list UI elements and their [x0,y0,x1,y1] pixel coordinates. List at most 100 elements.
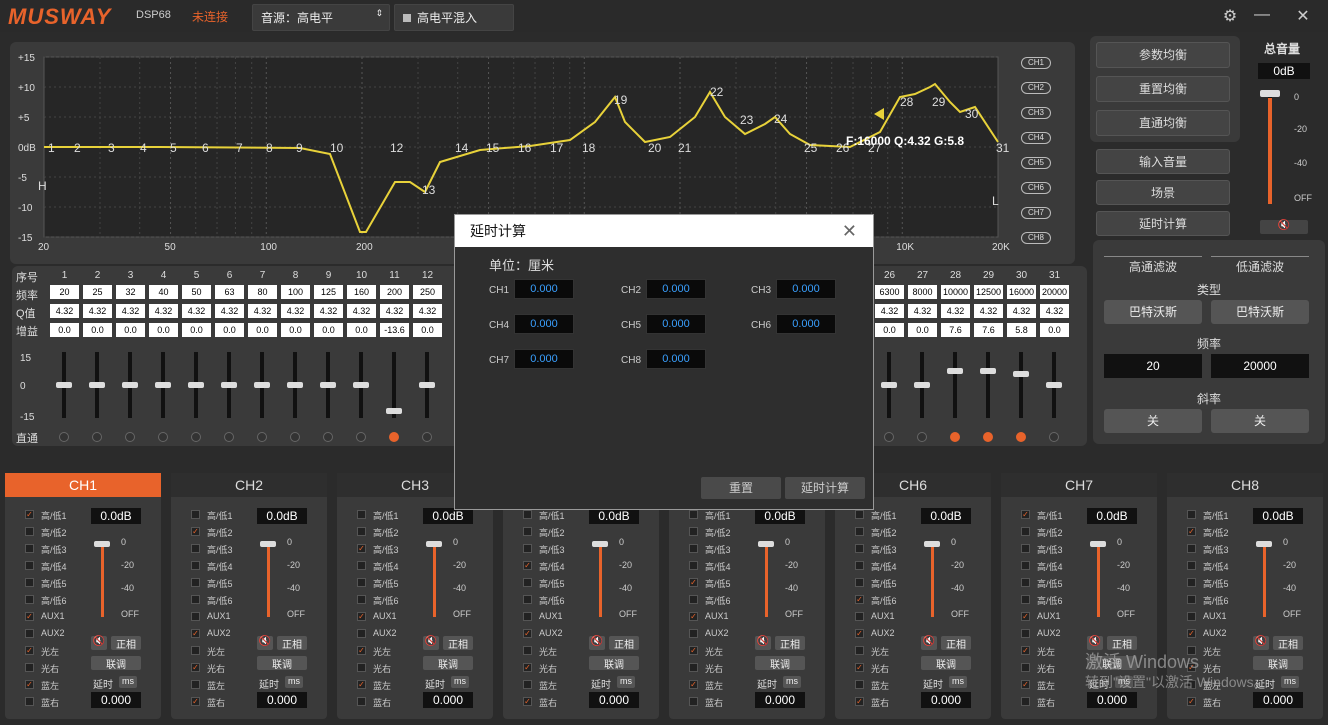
channel-checkbox[interactable]: ✓ [25,612,34,621]
channel-checkbox[interactable] [25,527,34,536]
channel-checkbox[interactable] [689,561,698,570]
channel-delay-value[interactable]: 0.000 [91,692,141,708]
channel-checkbox[interactable] [191,544,200,553]
bypass-dot[interactable] [917,432,927,442]
delay-calc-button[interactable]: 延时计算 [1096,211,1230,236]
bypass-dot[interactable] [884,432,894,442]
channel-checkbox[interactable] [357,595,366,604]
channel-checkbox[interactable] [855,578,864,587]
eq-slider-knob[interactable] [320,382,336,388]
freq-cell[interactable]: 32 [116,285,145,299]
gain-cell[interactable]: 5.8 [1007,323,1036,337]
q-cell[interactable]: 4.32 [50,304,79,318]
channel-checkbox[interactable]: ✓ [689,680,698,689]
channel-checkbox[interactable] [689,510,698,519]
gain-cell[interactable]: 0.0 [50,323,79,337]
channel-delay-value[interactable]: 0.000 [423,692,473,708]
channel-volume-slider[interactable] [924,541,940,617]
eq-slider[interactable] [155,352,171,418]
channel-checkbox[interactable]: ✓ [855,697,864,706]
bypass-dot[interactable] [422,432,432,442]
channel-checkbox[interactable] [689,595,698,604]
channel-checkbox[interactable]: ✓ [523,697,532,706]
eq-slider-knob[interactable] [419,382,435,388]
master-slider-knob[interactable] [1260,90,1280,97]
channel-link-button[interactable]: 联调 [921,656,971,671]
channel-volume-slider[interactable] [592,541,608,617]
channel-volume-knob[interactable] [1090,541,1106,547]
channel-delay-value[interactable]: 0.000 [1087,692,1137,708]
channel-checkbox[interactable] [1021,527,1030,536]
reset-eq-button[interactable]: 重置均衡 [1096,76,1230,102]
channel-volume-knob[interactable] [426,541,442,547]
hp-type-select[interactable]: 巴特沃斯 [1104,300,1202,324]
delay-field-input[interactable]: 0.000 [776,279,836,299]
channel-checkbox[interactable]: ✓ [357,680,366,689]
q-cell[interactable]: 4.32 [149,304,178,318]
channel-checkbox[interactable]: ✓ [357,612,366,621]
channel-checkbox[interactable]: ✓ [523,561,532,570]
eq-slider[interactable] [89,352,105,418]
channel-delay-value[interactable]: 0.000 [257,692,307,708]
gain-cell[interactable]: 0.0 [875,323,904,337]
eq-slider[interactable] [353,352,369,418]
channel-checkbox[interactable]: ✓ [25,510,34,519]
channel-checkbox[interactable] [25,629,34,638]
channel-volume-knob[interactable] [260,541,276,547]
channel-checkbox[interactable] [1021,663,1030,672]
dialog-close-icon[interactable]: ✕ [842,215,857,247]
channel-checkbox[interactable]: ✓ [523,663,532,672]
bypass-dot[interactable] [983,432,993,442]
eq-slider[interactable] [254,352,270,418]
mix-toggle[interactable]: 高电平混入 [394,4,514,31]
channel-checkbox[interactable] [1187,578,1196,587]
channel-volume-slider[interactable] [758,541,774,617]
channel-checkbox[interactable]: ✓ [1021,680,1030,689]
bypass-dot[interactable] [323,432,333,442]
channel-checkbox[interactable] [357,697,366,706]
channel-checkbox[interactable] [855,527,864,536]
hp-freq-input[interactable]: 20 [1104,354,1202,378]
gain-cell[interactable]: 0.0 [248,323,277,337]
q-cell[interactable]: 4.32 [314,304,343,318]
channel-mute-icon[interactable]: 🔇 [921,636,937,650]
close-icon[interactable]: ✕ [1291,6,1315,26]
freq-cell[interactable]: 160 [347,285,376,299]
channel-checkbox[interactable] [523,595,532,604]
channel-checkbox[interactable]: ✓ [191,663,200,672]
channel-delay-value[interactable]: 0.000 [589,692,639,708]
channel-mute-icon[interactable]: 🔇 [423,636,439,650]
channel-checkbox[interactable] [855,561,864,570]
input-volume-button[interactable]: 输入音量 [1096,149,1230,174]
channel-checkbox[interactable]: ✓ [855,629,864,638]
bypass-dot[interactable] [356,432,366,442]
channel-checkbox[interactable]: ✓ [689,646,698,655]
q-cell[interactable]: 4.32 [347,304,376,318]
channel-checkbox[interactable] [357,527,366,536]
chart-channel-ch7[interactable]: CH7 [1021,207,1051,219]
settings-icon[interactable]: ⚙ [1218,6,1242,26]
channel-checkbox[interactable] [191,680,200,689]
q-cell[interactable]: 4.32 [974,304,1003,318]
master-mute-icon[interactable]: 🔇 [1260,220,1308,234]
channel-mute-icon[interactable]: 🔇 [589,636,605,650]
channel-checkbox[interactable]: ✓ [855,595,864,604]
freq-cell[interactable]: 50 [182,285,211,299]
delay-field-input[interactable]: 0.000 [514,279,574,299]
bypass-dot[interactable] [59,432,69,442]
channel-delay-value[interactable]: 0.000 [921,692,971,708]
channel-ms-unit[interactable]: ms [119,676,137,688]
channel-checkbox[interactable]: ✓ [1021,510,1030,519]
eq-slider-knob[interactable] [155,382,171,388]
channel-mute-icon[interactable]: 🔇 [755,636,771,650]
channel-ms-unit[interactable]: ms [1281,676,1299,688]
channel-checkbox[interactable]: ✓ [357,544,366,553]
channel-checkbox[interactable]: ✓ [1021,646,1030,655]
channel-ms-unit[interactable]: ms [949,676,967,688]
eq-slider[interactable] [386,352,402,418]
channel-checkbox[interactable]: ✓ [357,646,366,655]
q-cell[interactable]: 4.32 [215,304,244,318]
channel-link-button[interactable]: 联调 [1253,656,1303,671]
channel-checkbox[interactable]: ✓ [191,527,200,536]
channel-ms-unit[interactable]: ms [783,676,801,688]
